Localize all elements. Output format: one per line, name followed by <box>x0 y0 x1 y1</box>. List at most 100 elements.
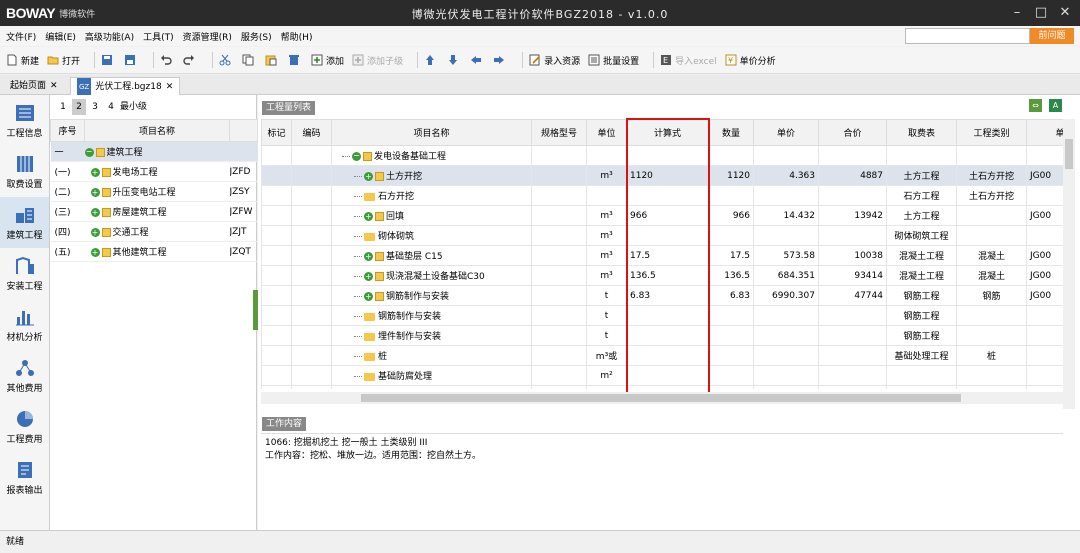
scrollbar-thumb[interactable] <box>1065 139 1073 169</box>
price-cell[interactable] <box>753 185 819 206</box>
formula-cell[interactable] <box>626 225 709 246</box>
name-cell[interactable]: 砌体砌筑 <box>331 225 532 246</box>
price-code-cell[interactable]: JG00 <box>1026 245 1063 266</box>
mark-cell[interactable] <box>261 345 292 366</box>
collapse-icon[interactable]: − <box>84 148 94 157</box>
fee-table-cell[interactable]: 混凝土工程 <box>886 265 957 286</box>
expand-icon[interactable]: + <box>90 168 100 177</box>
total-cell[interactable]: 47744 <box>818 285 887 306</box>
unit-cell[interactable]: m² <box>586 365 627 386</box>
column-header[interactable]: 计算式 <box>626 119 709 146</box>
nav-project-costs[interactable]: 工程费用 <box>0 401 49 452</box>
unit-cell[interactable]: t <box>586 305 627 326</box>
code-cell[interactable] <box>291 345 332 366</box>
nav-material-analysis[interactable]: 材机分析 <box>0 299 49 350</box>
quantity-cell[interactable]: 136.5 <box>708 265 754 286</box>
total-cell[interactable] <box>818 385 887 389</box>
unit-cell[interactable] <box>586 145 627 166</box>
move-left-button[interactable] <box>470 54 485 66</box>
tree-row[interactable]: (二) + 升压变电站工程 JZSY <box>50 181 258 202</box>
price-analysis-button[interactable]: ¥ 单价分析 <box>725 54 776 67</box>
table-row[interactable]: 桩 m³或 基础处理工程桩 <box>261 345 1063 366</box>
expand-icon[interactable]: + <box>364 292 373 301</box>
checkbox-icon[interactable] <box>101 168 111 177</box>
code-cell[interactable] <box>291 185 332 206</box>
spec-cell[interactable] <box>531 365 587 386</box>
mark-cell[interactable] <box>261 225 292 246</box>
add-button[interactable]: 添加 <box>311 54 344 67</box>
quantity-cell[interactable]: 17.5 <box>708 245 754 266</box>
spec-cell[interactable] <box>531 145 587 166</box>
nav-building-works[interactable]: 建筑工程 <box>0 197 49 248</box>
spec-cell[interactable] <box>531 285 587 306</box>
price-code-cell[interactable]: JG00 <box>1026 205 1063 226</box>
mark-cell[interactable] <box>261 285 292 306</box>
fee-table-cell[interactable]: 石方工程 <box>886 185 957 206</box>
total-cell[interactable] <box>818 225 887 246</box>
price-code-cell[interactable] <box>1026 385 1063 389</box>
checkbox-icon[interactable] <box>375 252 384 261</box>
table-row[interactable]: 基础防腐处理 m² <box>261 365 1063 386</box>
expand-icon[interactable]: + <box>364 252 373 261</box>
unit-cell[interactable] <box>586 385 627 389</box>
formula-cell[interactable] <box>626 365 709 386</box>
quantity-cell[interactable] <box>708 185 754 206</box>
table-row[interactable]: + 现浇混凝土设备基础C30 m³ 136.5 136.5 684.351 93414 混凝土… <box>261 265 1063 286</box>
copy-button[interactable] <box>242 54 257 66</box>
table-row[interactable]: 砌体砌筑 m³ 砌体砌筑工程 <box>261 225 1063 246</box>
column-header[interactable]: 标记 <box>261 119 292 146</box>
expand-icon[interactable]: + <box>364 212 373 221</box>
mark-cell[interactable] <box>261 145 292 166</box>
checkbox-icon[interactable] <box>101 228 111 237</box>
table-row[interactable]: + 钢筋制作与安装 t 6.83 6.83 6990.307 47744 钢筋工程 钢筋 JG00 <box>261 285 1063 306</box>
vertical-scrollbar[interactable] <box>1063 119 1075 409</box>
fee-table-cell[interactable] <box>886 145 957 166</box>
menu-tools[interactable]: 工具(T) <box>143 30 174 43</box>
move-right-button[interactable] <box>493 54 508 66</box>
category-cell[interactable] <box>956 205 1027 226</box>
mark-cell[interactable] <box>261 245 292 266</box>
code-cell[interactable] <box>291 245 332 266</box>
name-cell[interactable]: + 钢筋制作与安装 <box>331 285 532 306</box>
name-cell[interactable]: + 土方开挖 <box>331 165 532 186</box>
checkbox-icon[interactable] <box>363 152 372 161</box>
nav-installation-works[interactable]: 安装工程 <box>0 248 49 299</box>
fee-table-cell[interactable] <box>886 385 957 389</box>
checkbox-icon[interactable] <box>101 188 111 197</box>
table-row[interactable]: 埋件制作与安装 t 钢筋工程 <box>261 325 1063 346</box>
fee-table-cell[interactable]: 钢筋工程 <box>886 285 957 306</box>
formula-cell[interactable] <box>626 385 709 389</box>
total-cell[interactable] <box>818 325 887 346</box>
column-header[interactable] <box>229 119 258 142</box>
price-code-cell[interactable] <box>1026 145 1063 166</box>
unit-cell[interactable]: m³或 <box>586 345 627 366</box>
checkbox-icon[interactable] <box>375 172 384 181</box>
column-header[interactable]: 项目名称 <box>331 119 532 146</box>
fee-table-cell[interactable]: 土方工程 <box>886 205 957 226</box>
export-icon[interactable]: A <box>1049 99 1062 112</box>
fee-table-cell[interactable]: 混凝土工程 <box>886 245 957 266</box>
spec-cell[interactable] <box>531 205 587 226</box>
quantity-cell[interactable] <box>708 305 754 326</box>
code-cell[interactable] <box>291 145 332 166</box>
name-cell[interactable]: + 现浇混凝土设备基础C30 <box>331 265 532 286</box>
total-cell[interactable]: 93414 <box>818 265 887 286</box>
minimize-icon[interactable]: – <box>1006 3 1028 23</box>
column-header[interactable]: 工程类别 <box>956 119 1027 146</box>
table-row[interactable]: 钢筋制作与安装 t 钢筋工程 <box>261 305 1063 326</box>
maximize-icon[interactable]: □ <box>1030 3 1052 23</box>
mark-cell[interactable] <box>261 365 292 386</box>
unit-cell[interactable]: m³ <box>586 225 627 246</box>
quantity-cell[interactable]: 966 <box>708 205 754 226</box>
price-cell[interactable] <box>753 385 819 389</box>
checkbox-icon[interactable] <box>375 292 384 301</box>
price-code-cell[interactable] <box>1026 325 1063 346</box>
total-cell[interactable] <box>818 365 887 386</box>
spec-cell[interactable] <box>531 305 587 326</box>
column-header[interactable]: 单价 <box>753 119 819 146</box>
mark-cell[interactable] <box>261 205 292 226</box>
move-up-button[interactable] <box>424 54 439 66</box>
price-code-cell[interactable] <box>1026 185 1063 206</box>
level-min-button[interactable]: 最小级 <box>120 99 147 115</box>
category-cell[interactable]: 土石方开挖 <box>956 165 1027 186</box>
